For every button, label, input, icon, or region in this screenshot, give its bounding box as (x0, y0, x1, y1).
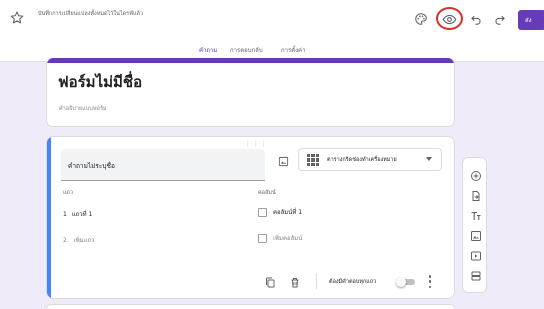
add-column-label[interactable]: เพิ่มคอลัมน์ (273, 233, 302, 243)
add-image-icon[interactable] (469, 229, 482, 242)
columns-header: คอลัมน์ (258, 190, 276, 196)
checkbox-icon (258, 233, 267, 243)
tab-settings[interactable]: การตั้งค่า (281, 45, 305, 55)
drag-handle-icon[interactable]: ⋮⋮⋮ (244, 140, 268, 148)
rows-header: แถว (63, 190, 73, 196)
save-status-text: บันทึกการเปลี่ยนแปลงทั้งหมดไว้ในไดรฟ์แล้… (38, 11, 144, 17)
form-description-field[interactable]: คำอธิบายแบบฟอร์ม (59, 105, 107, 113)
question-card: ⋮⋮⋮ คำถามไม่ระบุชื่อ ตารางกริดช่องทำเครื… (46, 136, 455, 299)
required-toggle[interactable] (396, 277, 416, 287)
tab-questions[interactable]: คำถาม (199, 45, 217, 55)
footer-divider (316, 273, 317, 289)
redo-icon[interactable] (491, 10, 509, 28)
grid-row[interactable]: 1 แถวที่ 1 (63, 209, 92, 219)
add-title-icon[interactable] (469, 209, 482, 222)
required-label: ต้องมีคำตอบทุกแถว (329, 279, 377, 285)
delete-icon[interactable] (289, 274, 301, 288)
form-title[interactable]: ฟอร์มไม่มีชื่อ (58, 70, 142, 94)
chevron-down-icon (426, 157, 432, 161)
toggle-knob (396, 277, 406, 287)
add-image-icon[interactable] (276, 154, 290, 168)
send-button[interactable]: ส่ง (518, 10, 544, 30)
grid-column[interactable]: คอลัมน์ที่ 1 (258, 207, 302, 217)
duplicate-icon[interactable] (264, 274, 276, 288)
top-bar: บันทึกการเปลี่ยนแปลงทั้งหมดไว้ในไดรฟ์แล้… (0, 0, 544, 62)
add-video-icon[interactable] (469, 249, 482, 262)
add-row[interactable]: 2. เพิ่มแถว (63, 235, 95, 245)
row-number: 2. (63, 237, 69, 244)
eye-icon[interactable] (440, 10, 458, 28)
question-title-input[interactable]: คำถามไม่ระบุชื่อ (61, 149, 265, 181)
palette-icon[interactable] (412, 10, 430, 28)
import-questions-icon[interactable] (469, 189, 482, 202)
add-section-icon[interactable] (469, 269, 482, 282)
row-number: 1 (63, 211, 67, 218)
row-label[interactable]: แถวที่ 1 (72, 211, 93, 218)
more-options-icon[interactable] (428, 275, 432, 288)
checkbox-grid-icon (307, 154, 319, 166)
tab-responses[interactable]: การตอบกลับ (230, 45, 263, 55)
form-title-card: ฟอร์มไม่มีชื่อ คำอธิบายแบบฟอร์ม (46, 58, 455, 127)
checkbox-icon (258, 207, 267, 217)
question-type-dropdown[interactable]: ตารางกริดช่องทำเครื่องหมาย (298, 148, 442, 171)
add-row-label[interactable]: เพิ่มแถว (74, 237, 95, 244)
column-label[interactable]: คอลัมน์ที่ 1 (273, 207, 302, 217)
side-toolbar (462, 157, 487, 293)
add-column[interactable]: เพิ่มคอลัมน์ (258, 233, 302, 243)
question-type-label: ตารางกริดช่องทำเครื่องหมาย (327, 157, 397, 163)
next-card-edge (46, 304, 455, 309)
add-question-icon[interactable] (469, 169, 482, 182)
star-icon[interactable] (9, 10, 25, 26)
undo-icon[interactable] (467, 10, 485, 28)
